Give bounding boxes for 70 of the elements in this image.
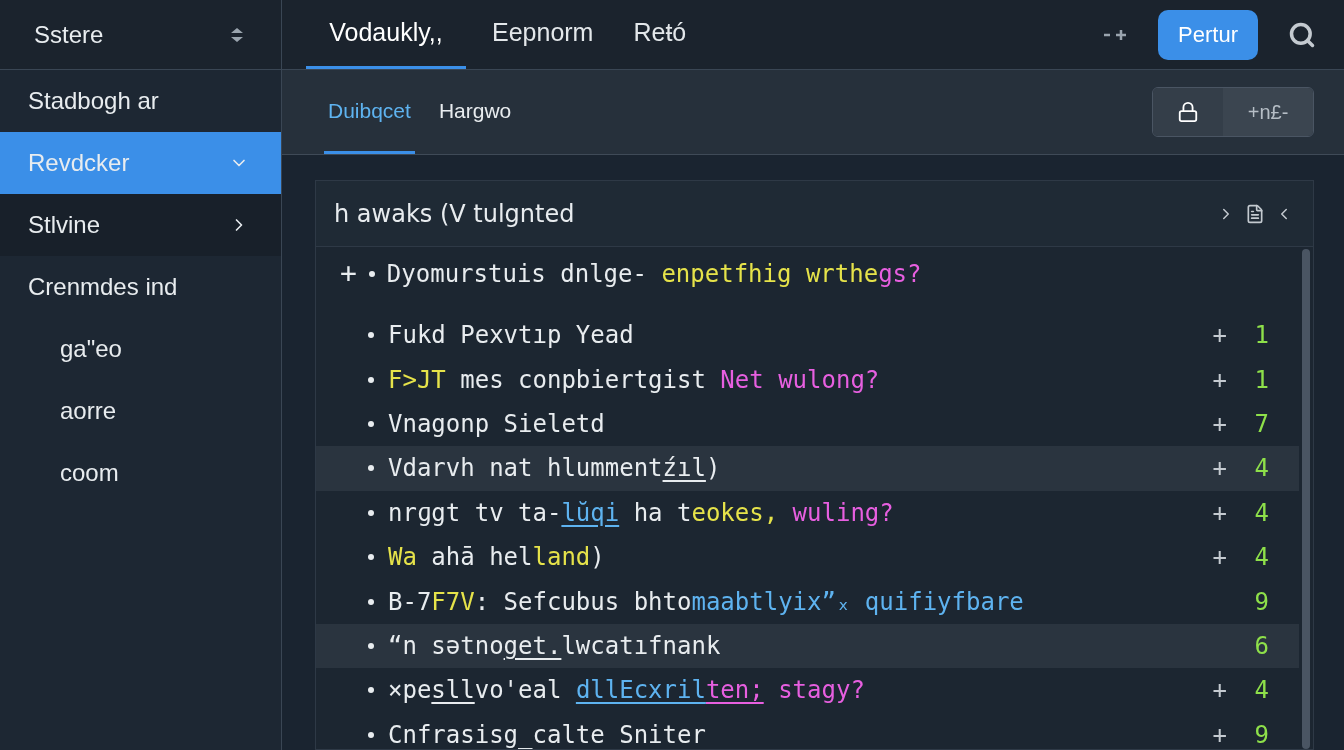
count: 4	[1253, 453, 1269, 485]
bullet-icon	[368, 376, 374, 383]
bullet-icon	[368, 731, 374, 738]
plus-sign[interactable]: +	[1212, 494, 1227, 531]
plus-sign[interactable]: +	[1212, 405, 1227, 442]
tab[interactable]: Reŧó	[619, 0, 701, 69]
lock-icon	[1177, 101, 1199, 123]
line-text: B-7F7V: Sefcubus bhtomaabtlyix”ₓ quifiyfbare	[388, 586, 1024, 618]
add-icon[interactable]	[1102, 27, 1129, 42]
line-text: nrɡgt tv ta-lŭqi ha teokes, wuling?	[388, 497, 894, 529]
count: 6	[1253, 630, 1269, 662]
line-text: Fukd Pexvtıp Yead	[388, 320, 634, 352]
list-row[interactable]: nrɡgt tv ta-lŭqi ha teokes, wuling? + 4	[316, 490, 1299, 535]
list-row[interactable]: Vdarvh nat hlumment źıl) + 4	[316, 446, 1299, 491]
plus-sign[interactable]: +	[1212, 539, 1227, 576]
plus-sign[interactable]: +	[1212, 672, 1227, 709]
line-text: Vnagonp Sieletd	[388, 408, 605, 440]
bullet-icon	[368, 332, 374, 339]
subtab[interactable]: Hargwo	[434, 70, 516, 154]
line-text: “n sǝtnoget.lwcatıfnank	[388, 630, 721, 662]
lock-button[interactable]	[1153, 88, 1223, 136]
count: 4	[1253, 497, 1269, 529]
plus-sign[interactable]: +	[1212, 361, 1227, 398]
line-text: ×pesllvo'eal dllEcxrilten; stagy?	[388, 675, 865, 707]
list-row[interactable]: Vnagonp Sieletd + 7	[316, 401, 1299, 447]
sidebar-subitem[interactable]: ga"eo	[0, 318, 281, 380]
subtab[interactable]: Duibqcet	[324, 70, 415, 154]
sidebar-subitem[interactable]: aorre	[0, 380, 281, 442]
plus-sign[interactable]: +	[340, 253, 357, 295]
list-row[interactable]: Wa ahā helland) + 4	[316, 534, 1299, 580]
panel-title: h awaks (V tulgnted	[334, 198, 575, 230]
sidebar-title: Sstere	[34, 19, 104, 50]
bullet-icon	[368, 642, 374, 649]
list-row[interactable]: ×pesllvo'eal dllEcxrilten; stagy? + 4	[316, 668, 1299, 713]
tab[interactable]: Eepnorm	[478, 0, 608, 69]
bullet-icon	[368, 465, 374, 472]
count: 9	[1253, 586, 1269, 618]
line-text: Dyomurstuis dnlge- enpetfhig wrthegs?	[386, 259, 922, 290]
sidebar-item[interactable]: Stlvine	[0, 194, 281, 256]
sidebar-subitem[interactable]: coom	[0, 442, 281, 504]
sidebar-item[interactable]: Crenmdes ind	[0, 256, 281, 318]
bullet-icon	[368, 687, 374, 694]
plus-sign[interactable]: +	[1212, 317, 1227, 354]
list-row[interactable]: Fukd Pexvtıp Yead + 1	[316, 313, 1299, 358]
sidebar-item[interactable]: Stadbogh ar	[0, 70, 281, 132]
list-row[interactable]: Cnfrasisg_calte Sniter + 9	[316, 712, 1299, 750]
scrollbar[interactable]	[1302, 249, 1310, 749]
line-text: Wa ahā helland)	[388, 542, 605, 574]
line-text: Cnfrasisg_calte Sniter	[388, 719, 706, 750]
count: 9	[1253, 719, 1269, 750]
bullet-icon	[368, 554, 374, 561]
list-row[interactable]: B-7F7V: Sefcubus bhtomaabtlyix”ₓ quifiyfbare 9	[316, 579, 1299, 624]
count: 4	[1253, 542, 1269, 574]
plus-sign[interactable]: +	[1212, 716, 1227, 750]
count: 1	[1253, 364, 1269, 396]
segment-button[interactable]: +n£-	[1223, 88, 1313, 136]
bullet-icon	[368, 598, 374, 605]
document-icon[interactable]	[1245, 203, 1265, 224]
search-icon[interactable]	[1288, 20, 1316, 49]
line-text: F>JT mes conpbiertgist Net wulong?	[388, 364, 880, 396]
list-row[interactable]: “n sǝtnoget.lwcatıfnank 6	[316, 623, 1299, 669]
count: 1	[1253, 320, 1269, 352]
count: 4	[1253, 675, 1269, 707]
count: 7	[1253, 408, 1269, 440]
bullet-icon	[368, 420, 374, 427]
plus-sign[interactable]: +	[1212, 450, 1227, 487]
bullet-icon	[368, 271, 375, 277]
list-row[interactable]: F>JT mes conpbiertgist Net wulong? + 1	[316, 357, 1299, 402]
bullet-icon	[368, 509, 374, 516]
line-text: Vdarvh nat hlumment źıl)	[388, 453, 721, 485]
